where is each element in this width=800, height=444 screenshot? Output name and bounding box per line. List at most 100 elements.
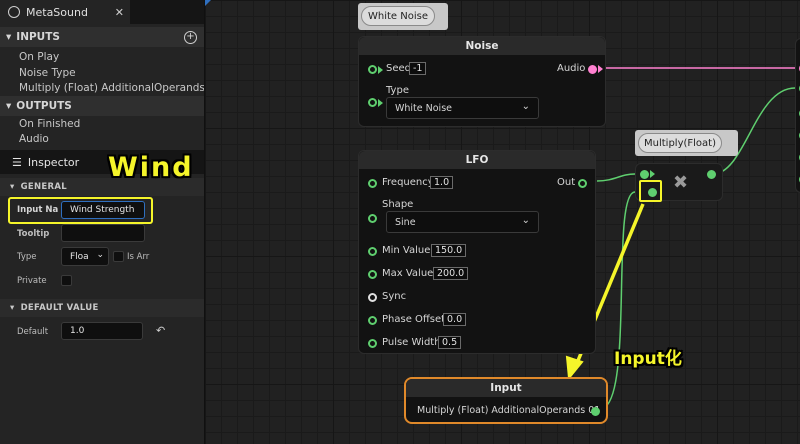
input-node-out-pin[interactable] [591, 407, 600, 416]
output-item-audio[interactable]: Audio [19, 133, 49, 145]
default-value-header-label: DEFAULT VALUE [20, 303, 99, 313]
max-value-label: Max Value [382, 268, 434, 279]
min-value-pin[interactable] [368, 247, 377, 256]
input-node-pin-label: Multiply (Float) AdditionalOperands 01 [417, 405, 601, 416]
chevron-down-icon: ▾ [6, 100, 12, 112]
type-pin[interactable] [368, 98, 377, 107]
input-node[interactable]: Input Multiply (Float) AdditionalOperand… [404, 377, 608, 424]
pulse-width-pin[interactable] [368, 339, 377, 348]
lfo-node-title: LFO [359, 151, 595, 169]
noise-node[interactable]: Noise Seed -1 Type White Noise ⌄ Audio [358, 36, 606, 127]
sync-label: Sync [382, 291, 407, 302]
min-value-field[interactable]: 150.0 [431, 244, 467, 257]
tooltip-label: Tooltip [17, 229, 50, 239]
outputs-header-label: OUTPUTS [16, 100, 72, 112]
multiply-pin-highlight [639, 180, 662, 202]
is-array-checkbox[interactable] [113, 251, 124, 262]
inputs-section-header[interactable]: ▾ INPUTS + [0, 27, 204, 47]
close-icon[interactable]: ✕ [115, 6, 124, 19]
default-label: Default [17, 327, 49, 337]
type-dropdown[interactable]: Floa ⌄ [61, 247, 109, 266]
chevron-down-icon: ▾ [6, 31, 12, 43]
chevron-down-icon: ▾ [10, 182, 15, 192]
reset-arrow-icon[interactable]: ↶ [156, 324, 165, 337]
audio-out-label: Audio [557, 63, 586, 74]
seed-value[interactable]: -1 [409, 62, 427, 75]
noise-node-title: Noise [359, 37, 605, 55]
input-item-noise-type[interactable]: Noise Type [19, 67, 76, 79]
min-value-label: Min Value [382, 245, 431, 256]
output-item-on-finished[interactable]: On Finished [19, 118, 80, 130]
sliders-icon: ☰ [12, 155, 22, 169]
max-value-field[interactable]: 200.0 [433, 267, 469, 280]
frequency-label: Frequency [382, 177, 434, 188]
annotation-input-ka: Input化 [614, 349, 682, 369]
multiply-a-arrow-icon [650, 170, 655, 178]
input-name-label: Input Na [17, 205, 59, 215]
type-label: Type [386, 85, 409, 96]
multiply-node[interactable]: ✖ [635, 163, 723, 202]
multiply-comment[interactable]: Multiply(Float) [638, 133, 722, 153]
phase-offset-label: Phase Offset [382, 314, 446, 325]
private-label: Private [17, 276, 47, 286]
input-item-multiply[interactable]: Multiply (Float) AdditionalOperands 01 [19, 82, 204, 94]
noise-type-value: White Noise [395, 102, 452, 114]
inputs-header-label: INPUTS [16, 31, 60, 43]
input-name-field[interactable]: Wind Strength [61, 201, 145, 219]
pulse-width-label: Pulse Width [382, 337, 441, 348]
multiply-out-pin[interactable] [707, 170, 716, 179]
chevron-down-icon: ⌄ [521, 215, 530, 226]
type-pin-arrow-icon [378, 99, 383, 107]
phase-offset-field[interactable]: 0.0 [443, 313, 467, 326]
seed-label: Seed [386, 63, 411, 74]
chevron-down-icon: ▾ [10, 303, 15, 313]
seed-pin[interactable] [368, 65, 377, 74]
lfo-node[interactable]: LFO Frequency 1.0 Shape Sine ⌄ Min Value… [358, 150, 596, 354]
white-noise-comment[interactable]: White Noise [361, 6, 435, 26]
default-value: 1.0 [70, 326, 85, 336]
frequency-value[interactable]: 1.0 [430, 176, 454, 189]
metasound-tab[interactable]: MetaSound ✕ [0, 0, 130, 24]
audio-out-pin[interactable] [588, 65, 597, 74]
inspector-tab[interactable]: ☰ Inspector [6, 150, 106, 174]
seed-pin-arrow-icon [378, 66, 383, 74]
corner-marker-icon [205, 0, 211, 6]
type-value: Floa [70, 251, 89, 262]
phase-offset-pin[interactable] [368, 316, 377, 325]
graph-canvas[interactable]: White Noise Noise Seed -1 Type White Noi… [205, 0, 800, 444]
shape-value: Sine [395, 216, 416, 228]
chevron-down-icon: ⌄ [96, 250, 104, 260]
add-input-button[interactable]: + [184, 30, 197, 44]
left-panel: MetaSound ✕ ▾ INPUTS + On Play Noise Typ… [0, 0, 205, 444]
chevron-down-icon: ⌄ [521, 101, 530, 112]
input-node-title: Input [406, 379, 606, 397]
private-checkbox[interactable] [61, 275, 72, 286]
input-name-value: Wind Strength [70, 205, 135, 215]
default-value-field[interactable]: 1.0 [61, 322, 143, 340]
frequency-pin[interactable] [368, 179, 377, 188]
shape-pin[interactable] [368, 214, 377, 223]
input-to-multiply-wire [599, 191, 636, 410]
audio-pin-arrow-icon [598, 65, 603, 73]
input-item-on-play[interactable]: On Play [19, 51, 59, 63]
shape-label: Shape [382, 199, 414, 210]
lfo-out-pin[interactable] [578, 179, 587, 188]
out-label: Out [557, 177, 576, 188]
shape-dropdown[interactable]: Sine ⌄ [386, 211, 539, 233]
type-label: Type [17, 252, 37, 262]
general-header-label: GENERAL [20, 182, 67, 192]
default-value-section-header[interactable]: ▾ DEFAULT VALUE [0, 299, 204, 317]
pulse-width-field[interactable]: 0.5 [438, 336, 462, 349]
multiply-input-a-pin[interactable] [640, 170, 649, 179]
outputs-section-header[interactable]: ▾ OUTPUTS [0, 96, 204, 116]
partial-output-node[interactable] [795, 38, 800, 193]
tab-title: MetaSound [26, 5, 88, 19]
is-array-label: Is Arr [127, 252, 150, 262]
metasound-logo-icon [8, 6, 20, 18]
tooltip-field[interactable] [61, 224, 145, 242]
max-value-pin[interactable] [368, 270, 377, 279]
noise-type-dropdown[interactable]: White Noise ⌄ [386, 97, 539, 119]
lfo-out-wire [596, 173, 636, 182]
sync-pin[interactable] [368, 293, 377, 302]
inspector-tab-label: Inspector [27, 155, 80, 169]
